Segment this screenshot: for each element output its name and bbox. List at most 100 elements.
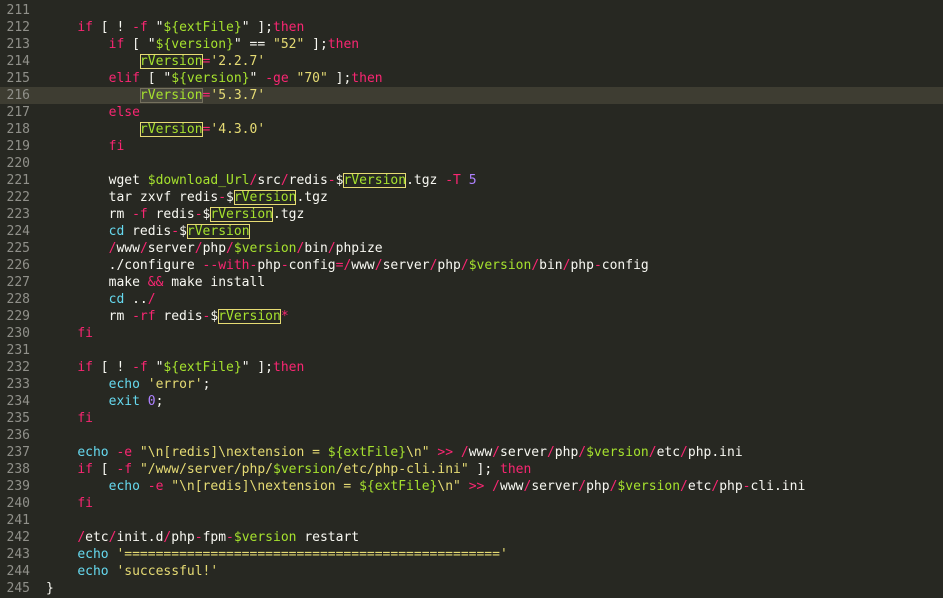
- code-line[interactable]: 232 if [ ! -f "${extFile}" ];then: [0, 359, 943, 376]
- code-text[interactable]: echo 'successful!': [46, 563, 218, 580]
- code-line[interactable]: 215 elif [ "${version}" -ge "70" ];then: [0, 70, 943, 87]
- code-token: redis: [147, 207, 195, 222]
- code-token: /: [460, 445, 469, 460]
- code-line[interactable]: 231: [0, 342, 943, 359]
- line-number: 231: [6, 343, 30, 358]
- code-text[interactable]: elif [ "${version}" -ge "70" ];then: [46, 70, 383, 87]
- code-line[interactable]: 243 echo '==============================…: [0, 546, 943, 563]
- code-text[interactable]: fi: [46, 138, 125, 155]
- code-line[interactable]: 214 rVersion='2.2.7': [0, 53, 943, 70]
- code-text[interactable]: exit 0;: [46, 393, 164, 410]
- code-text[interactable]: echo '==================================…: [46, 546, 507, 563]
- code-text[interactable]: fi: [46, 410, 93, 427]
- code-text[interactable]: }: [46, 580, 54, 597]
- code-token: etc: [656, 445, 681, 460]
- line-number: 236: [6, 428, 30, 443]
- code-line[interactable]: 223 rm -f redis-$rVersion.tgz: [0, 206, 943, 223]
- code-token: /: [194, 241, 203, 256]
- line-number: 220: [6, 156, 30, 171]
- code-text[interactable]: make && make install: [46, 274, 266, 291]
- code-line[interactable]: 228 cd ../: [0, 291, 943, 308]
- code-line[interactable]: 218 rVersion='4.3.0': [0, 121, 943, 138]
- code-text[interactable]: rm -rf redis-$rVersion*: [46, 308, 289, 325]
- code-text[interactable]: echo -e "\n[redis]\nextension = ${extFil…: [46, 444, 743, 461]
- code-line[interactable]: 221 wget $download_Url/src/redis-$rVersi…: [0, 172, 943, 189]
- code-text[interactable]: rVersion='5.3.7': [46, 87, 265, 104]
- code-line[interactable]: 217 else: [0, 104, 943, 121]
- code-text[interactable]: rVersion='4.3.0': [46, 121, 265, 138]
- code-text[interactable]: ./configure --with-php-config=/www/serve…: [46, 257, 649, 274]
- code-line[interactable]: 239 echo -e "\n[redis]\nextension = ${ex…: [0, 478, 943, 495]
- code-text[interactable]: if [ -f "/www/server/php/$version/etc/ph…: [46, 461, 531, 478]
- code-line[interactable]: 234 exit 0;: [0, 393, 943, 410]
- code-editor[interactable]: 211 212 if [ ! -f "${extFile}" ];then 213 …: [0, 0, 943, 598]
- code-token: php.ini: [687, 445, 743, 460]
- code-line[interactable]: 238 if [ -f "/www/server/php/$version/et…: [0, 461, 943, 478]
- code-text[interactable]: cd redis-$rVersion: [46, 223, 250, 240]
- code-token: php: [586, 479, 610, 494]
- code-token: \n": [406, 445, 430, 460]
- line-number: 238: [6, 462, 30, 477]
- code-line[interactable]: 220: [0, 155, 943, 172]
- code-text[interactable]: rm -f redis-$rVersion.tgz: [46, 206, 304, 223]
- code-line[interactable]: 227 make && make install: [0, 274, 943, 291]
- code-line[interactable]: 241: [0, 512, 943, 529]
- code-token: /: [280, 173, 289, 188]
- code-line[interactable]: 233 echo 'error';: [0, 376, 943, 393]
- code-text[interactable]: if [ ! -f "${extFile}" ];then: [46, 359, 304, 376]
- code-text[interactable]: echo -e "\n[redis]\nextension = ${extFil…: [46, 478, 806, 495]
- code-text[interactable]: /www/server/php/$version/bin/phpize: [46, 240, 383, 257]
- code-line[interactable]: 225 /www/server/php/$version/bin/phpize: [0, 240, 943, 257]
- code-line[interactable]: 240 fi: [0, 495, 943, 512]
- code-token: rm: [46, 309, 133, 324]
- code-line[interactable]: 237 echo -e "\n[redis]\nextension = ${ex…: [0, 444, 943, 461]
- code-text[interactable]: else: [46, 104, 140, 121]
- code-line[interactable]: 226 ./configure --with-php-config=/www/s…: [0, 257, 943, 274]
- code-line[interactable]: 229 rm -rf redis-$rVersion*: [0, 308, 943, 325]
- code-line[interactable]: 242 /etc/init.d/php-fpm-$version restart: [0, 529, 943, 546]
- code-token: -f: [116, 462, 133, 477]
- code-token: -T: [445, 173, 461, 188]
- code-line[interactable]: 213 if [ "${version}" == "52" ];then: [0, 36, 943, 53]
- code-token: exit: [108, 394, 140, 409]
- code-line[interactable]: 245}: [0, 580, 943, 597]
- line-number: 233: [6, 377, 30, 392]
- code-token: $: [179, 224, 187, 239]
- code-token: /: [77, 530, 86, 545]
- code-token: php: [437, 258, 461, 273]
- code-text[interactable]: cd ../: [46, 291, 156, 308]
- code-text[interactable]: if [ "${version}" == "52" ];then: [46, 36, 360, 53]
- code-line[interactable]: 235 fi: [0, 410, 943, 427]
- code-text[interactable]: /etc/init.d/php-fpm-$version restart: [46, 529, 359, 546]
- code-token: [: [92, 462, 117, 477]
- code-text[interactable]: echo 'error';: [46, 376, 211, 393]
- code-token: '4.3.0': [210, 122, 266, 137]
- code-text[interactable]: rVersion='2.2.7': [46, 53, 265, 70]
- code-line[interactable]: 219 fi: [0, 138, 943, 155]
- code-line[interactable]: 224 cd redis-$rVersion: [0, 223, 943, 240]
- code-line[interactable]: 212 if [ ! -f "${extFile}" ];then: [0, 19, 943, 36]
- code-text[interactable]: wget $download_Url/src/redis-$rVersion.t…: [46, 172, 477, 189]
- code-text[interactable]: if [ ! -f "${extFile}" ];then: [46, 19, 304, 36]
- code-line[interactable]: 211: [0, 2, 943, 19]
- code-line[interactable]: 236: [0, 427, 943, 444]
- code-line[interactable]: 244 echo 'successful!': [0, 563, 943, 580]
- code-token: fpm: [202, 530, 227, 545]
- code-line-active[interactable]: 216 rVersion='5.3.7': [0, 87, 943, 104]
- code-line[interactable]: 230 fi: [0, 325, 943, 342]
- line-number: 214: [6, 54, 30, 69]
- line-number: 240: [6, 496, 30, 511]
- code-token: &&: [147, 275, 164, 290]
- code-text[interactable]: fi: [46, 325, 93, 342]
- code-token: /: [578, 479, 587, 494]
- code-line[interactable]: 222 tar zxvf redis-$rVersion.tgz: [0, 189, 943, 206]
- code-token: 5: [468, 173, 477, 188]
- code-text[interactable]: fi: [46, 495, 93, 512]
- code-text[interactable]: tar zxvf redis-$rVersion.tgz: [46, 189, 328, 206]
